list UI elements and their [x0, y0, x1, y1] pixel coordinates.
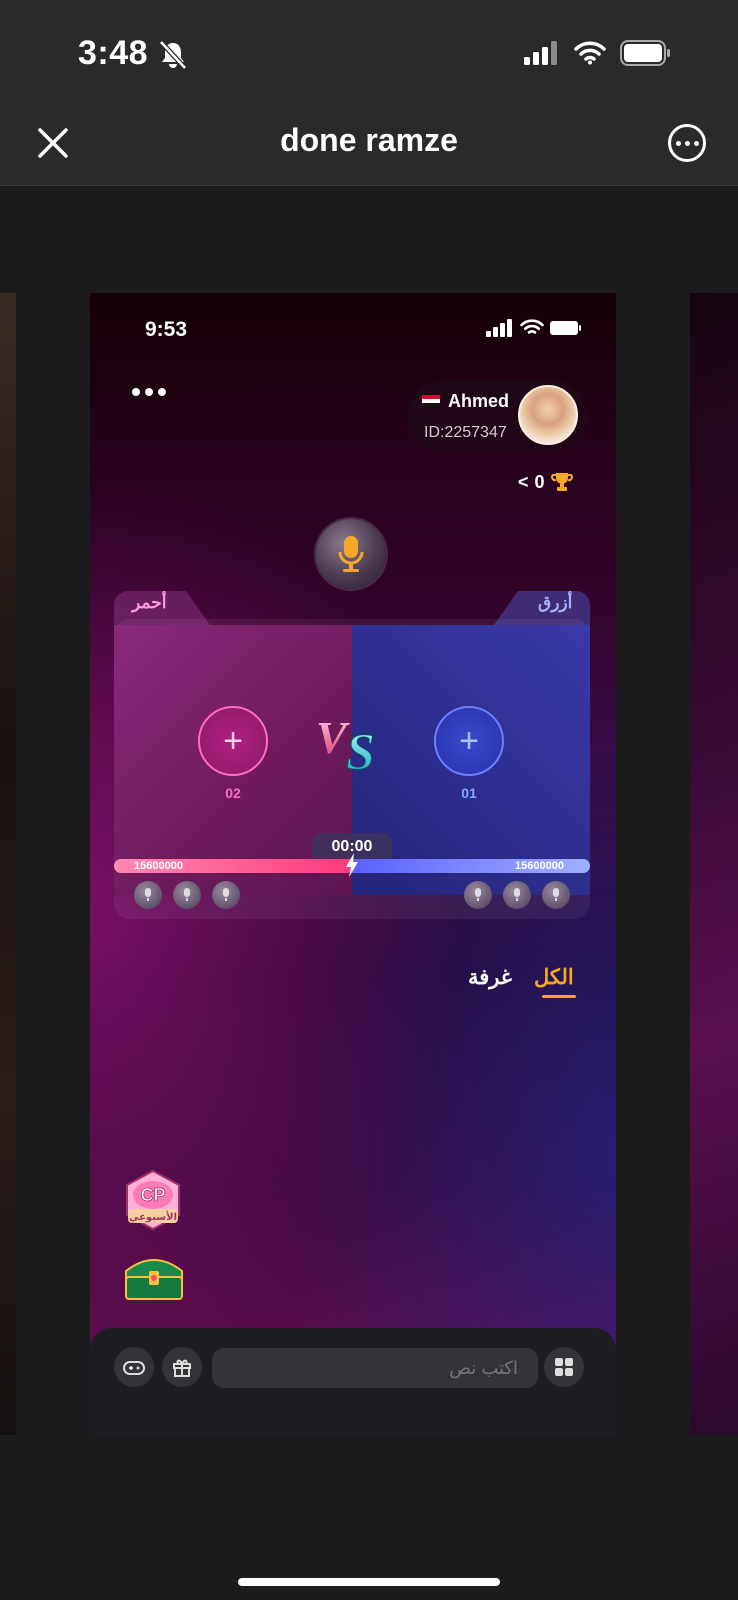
home-indicator[interactable]	[238, 1578, 500, 1586]
room-menu-icon[interactable]	[132, 388, 166, 396]
inner-status-time: 9:53	[145, 318, 188, 341]
egypt-flag-icon	[422, 395, 440, 407]
cellular-signal-icon	[524, 41, 557, 65]
ios-clock: 3:48	[78, 34, 149, 72]
host-mic-seat[interactable]	[316, 519, 386, 589]
microphone-icon	[514, 888, 520, 901]
mic-seat[interactable]	[542, 881, 570, 909]
vs-emblem: V S	[316, 712, 376, 782]
battery-icon	[550, 321, 581, 335]
chat-input[interactable]	[212, 1348, 538, 1388]
next-preview-card[interactable]	[690, 293, 738, 1435]
microphone-icon	[145, 888, 151, 901]
microphone-icon	[338, 536, 364, 572]
wifi-icon	[520, 319, 544, 334]
blue-seat-add-button[interactable]: +	[434, 706, 504, 776]
microphone-icon	[184, 888, 190, 901]
trophy-counter[interactable]: < 0	[518, 471, 573, 493]
mic-seat[interactable]	[464, 881, 492, 909]
cp-badge-subtitle: الأسبوعي	[129, 1210, 177, 1223]
blue-seat-number: 01	[461, 785, 477, 801]
host-id: ID:2257347	[424, 424, 507, 441]
previous-preview-card[interactable]	[0, 293, 16, 1435]
red-mic-seats	[134, 881, 240, 909]
cellular-signal-icon	[486, 319, 512, 337]
red-team-label: أحمر	[132, 593, 167, 612]
mic-seat[interactable]	[134, 881, 162, 909]
battery-icon	[620, 40, 670, 66]
gamepad-icon	[123, 1361, 145, 1375]
red-score: 15600000	[134, 860, 183, 872]
mic-seat[interactable]	[503, 881, 531, 909]
more-options-icon[interactable]	[668, 124, 706, 162]
trophy-arrow: <	[518, 471, 529, 492]
page-title: done ramze	[280, 122, 458, 158]
microphone-icon	[475, 888, 481, 901]
screenshot-preview-card: 9:53 Ahmed ID:2257347 < 0 أحمر أزرق + + …	[90, 293, 616, 1435]
treasure-chest-icon[interactable]	[122, 1253, 186, 1301]
microphone-icon	[553, 888, 559, 901]
mic-seat[interactable]	[212, 881, 240, 909]
tab-all[interactable]: الكل	[534, 965, 574, 990]
active-tab-indicator	[542, 995, 576, 998]
game-button[interactable]	[114, 1347, 154, 1387]
microphone-icon	[223, 888, 229, 901]
blue-team-label: أزرق	[538, 593, 573, 612]
inner-status-icons	[486, 319, 582, 337]
blue-mic-seats	[464, 881, 570, 909]
red-seat-add-button[interactable]: +	[198, 706, 268, 776]
vs-s-letter: S	[346, 724, 375, 781]
cp-badge-title: CP	[140, 1185, 165, 1205]
host-name: Ahmed	[448, 391, 510, 411]
host-avatar[interactable]	[518, 385, 578, 445]
trophy-icon	[550, 473, 573, 491]
lightning-icon	[346, 853, 358, 877]
blue-score: 15600000	[515, 860, 564, 872]
vs-text: V	[316, 712, 350, 763]
gift-button[interactable]	[162, 1347, 202, 1387]
gift-icon	[173, 1359, 191, 1377]
ios-status-icons	[524, 38, 672, 68]
trophy-count: 0	[534, 471, 545, 492]
menu-grid-button[interactable]	[544, 1347, 584, 1387]
wifi-icon	[574, 41, 606, 65]
tab-room[interactable]: غرفة	[468, 965, 512, 990]
bell-muted-icon	[159, 40, 187, 70]
mic-seat[interactable]	[173, 881, 201, 909]
red-seat-number: 02	[225, 785, 241, 801]
grid-icon	[555, 1358, 573, 1376]
weekly-cp-badge[interactable]: CP الأسبوعي	[122, 1169, 184, 1231]
